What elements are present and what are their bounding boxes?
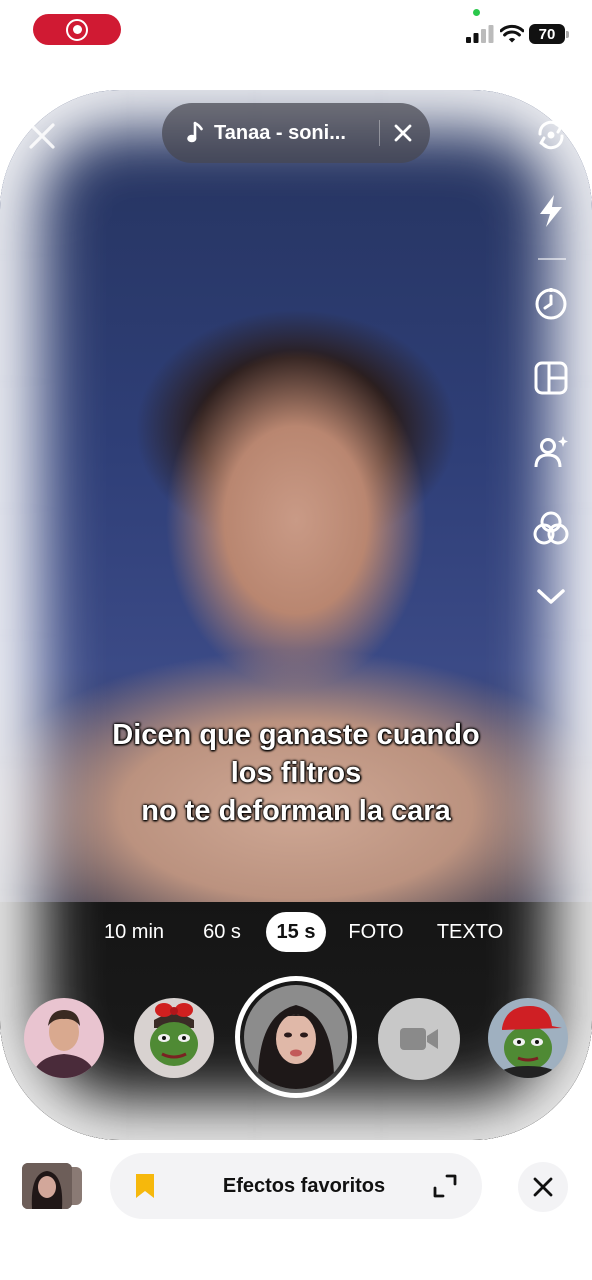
more-tools-button[interactable] <box>531 576 571 616</box>
toolbar-divider <box>538 258 566 260</box>
mode-15-s[interactable]: 15 s <box>266 912 326 952</box>
layout-icon <box>534 361 568 395</box>
caption-line: los filtros <box>230 757 362 789</box>
battery-icon: 70 <box>529 24 569 44</box>
camera-in-use-dot <box>473 9 480 16</box>
caption-line: no te deforman la cara <box>141 795 451 827</box>
mode-foto[interactable]: FOTO <box>344 912 408 952</box>
video-camera-icon <box>400 1028 438 1050</box>
wifi-icon <box>500 24 524 43</box>
bookmark-icon <box>136 1174 154 1198</box>
beauty-icon <box>534 436 568 468</box>
divider <box>379 120 380 146</box>
screen-record-icon <box>66 18 88 41</box>
music-note-icon <box>187 121 203 143</box>
layout-button[interactable] <box>531 358 571 398</box>
effect-selected-portrait <box>244 985 348 1089</box>
cellular-signal-icon <box>466 25 494 43</box>
flip-camera-icon <box>538 120 564 150</box>
timer-icon <box>535 288 567 320</box>
record-button[interactable] <box>235 976 357 1098</box>
flash-button[interactable] <box>531 191 571 231</box>
flip-camera-button[interactable] <box>531 115 571 155</box>
mode-selector: 10 min 60 s 15 s FOTO TEXTO <box>0 912 592 952</box>
sound-title: Tanaa - soni... <box>214 121 346 144</box>
effect-frog-red-cap[interactable] <box>488 998 568 1078</box>
timer-button[interactable] <box>531 284 571 324</box>
status-bar: 70 <box>0 0 592 60</box>
expand-icon[interactable] <box>432 1173 458 1199</box>
flash-icon <box>540 195 562 227</box>
favorites-label: Efectos favoritos <box>222 1174 386 1197</box>
sound-selector[interactable]: Tanaa - soni... <box>162 103 430 163</box>
mode-60-s[interactable]: 60 s <box>196 912 248 952</box>
beauty-button[interactable] <box>531 432 571 472</box>
mode-10-min[interactable]: 10 min <box>96 912 172 952</box>
filters-button[interactable] <box>531 508 571 548</box>
screen-record-indicator[interactable] <box>33 14 121 45</box>
favorites-effects-bar[interactable]: Efectos favoritos <box>110 1153 482 1219</box>
effect-man-portrait[interactable] <box>24 998 104 1078</box>
effect-frog-bow[interactable] <box>134 998 214 1078</box>
mode-texto[interactable]: TEXTO <box>432 912 508 952</box>
caption-line: Dicen que ganaste cuando <box>112 719 480 751</box>
caption-text: Dicen que ganaste cuando los filtros no … <box>40 716 552 830</box>
close-icon <box>533 1177 553 1197</box>
battery-level: 70 <box>538 25 556 43</box>
gallery-thumbnail[interactable] <box>22 1163 72 1209</box>
close-favorites-button[interactable] <box>518 1162 568 1212</box>
remove-sound-icon[interactable] <box>394 124 412 142</box>
video-mode-button[interactable] <box>378 998 460 1080</box>
filters-icon <box>533 511 569 545</box>
close-icon[interactable] <box>28 122 56 150</box>
chevron-down-icon <box>537 589 565 604</box>
